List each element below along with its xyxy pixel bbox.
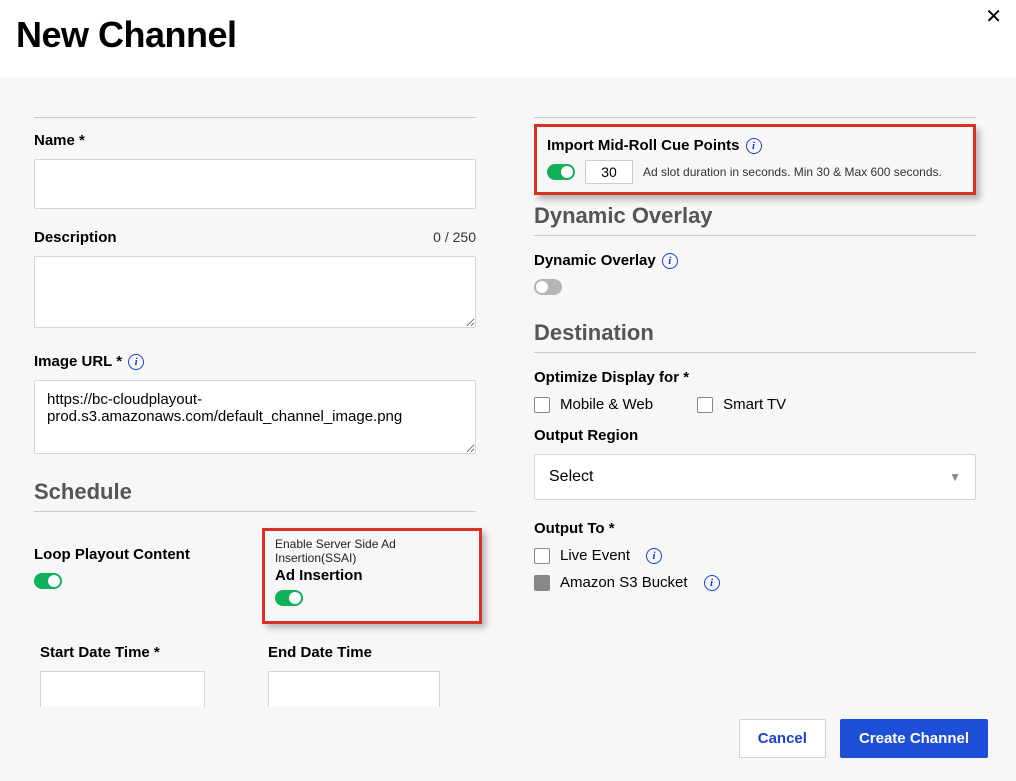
mobile-web-checkbox[interactable]	[534, 397, 550, 413]
ad-insertion-label: Ad Insertion	[275, 567, 469, 584]
image-url-label: Image URL * i	[34, 353, 476, 370]
start-datetime-label: Start Date Time *	[34, 644, 242, 661]
import-cue-highlight: Import Mid-Roll Cue Points i Ad slot dur…	[534, 124, 976, 195]
name-label: Name *	[34, 132, 476, 149]
ssai-note: Enable Server Side Ad Insertion(SSAI)	[275, 537, 469, 565]
image-url-input[interactable]	[34, 380, 476, 454]
divider	[34, 511, 476, 512]
dynamic-overlay-label: Dynamic Overlay	[534, 252, 656, 269]
close-icon[interactable]: ✕	[985, 4, 1002, 29]
dynamic-overlay-section-title: Dynamic Overlay	[534, 203, 976, 229]
smart-tv-label: Smart TV	[723, 396, 786, 413]
info-icon[interactable]: i	[646, 548, 662, 564]
info-icon[interactable]: i	[704, 575, 720, 591]
loop-playout-label: Loop Playout Content	[34, 546, 242, 563]
live-event-checkbox[interactable]	[534, 548, 550, 564]
image-url-label-text: Image URL *	[34, 353, 122, 370]
ad-insertion-highlight: Enable Server Side Ad Insertion(SSAI) Ad…	[262, 528, 482, 624]
ad-slot-duration-input[interactable]	[585, 160, 633, 184]
duration-help-text: Ad slot duration in seconds. Min 30 & Ma…	[643, 165, 942, 179]
loop-playout-toggle[interactable]	[34, 573, 62, 589]
dynamic-overlay-toggle[interactable]	[534, 279, 562, 295]
mobile-web-label: Mobile & Web	[560, 396, 653, 413]
s3-bucket-label: Amazon S3 Bucket	[560, 574, 688, 591]
page-title: New Channel	[16, 14, 1000, 56]
name-input[interactable]	[34, 159, 476, 209]
end-datetime-label: End Date Time	[268, 644, 476, 661]
output-region-label: Output Region	[534, 427, 976, 444]
output-region-select[interactable]: Select ▼	[534, 454, 976, 500]
ad-insertion-toggle[interactable]	[275, 590, 303, 606]
live-event-label: Live Event	[560, 547, 630, 564]
output-to-label: Output To *	[534, 520, 976, 537]
schedule-section-title: Schedule	[34, 479, 476, 505]
divider	[534, 235, 976, 236]
info-icon[interactable]: i	[128, 354, 144, 370]
s3-bucket-checkbox[interactable]	[534, 575, 550, 591]
import-cue-label: Import Mid-Roll Cue Points	[547, 137, 740, 154]
select-placeholder: Select	[549, 468, 593, 486]
description-label: Description	[34, 229, 117, 246]
import-cue-toggle[interactable]	[547, 164, 575, 180]
cancel-button[interactable]: Cancel	[739, 719, 826, 758]
create-channel-button[interactable]: Create Channel	[840, 719, 988, 758]
start-datetime-input[interactable]	[40, 671, 205, 709]
divider	[534, 352, 976, 353]
divider	[534, 117, 976, 118]
info-icon[interactable]: i	[662, 253, 678, 269]
divider	[34, 117, 476, 118]
description-counter: 0 / 250	[433, 229, 476, 245]
chevron-down-icon: ▼	[949, 470, 961, 484]
smart-tv-checkbox[interactable]	[697, 397, 713, 413]
end-datetime-input[interactable]	[268, 671, 440, 709]
optimize-display-label: Optimize Display for *	[534, 369, 976, 386]
info-icon[interactable]: i	[746, 138, 762, 154]
destination-section-title: Destination	[534, 320, 976, 346]
description-input[interactable]	[34, 256, 476, 328]
